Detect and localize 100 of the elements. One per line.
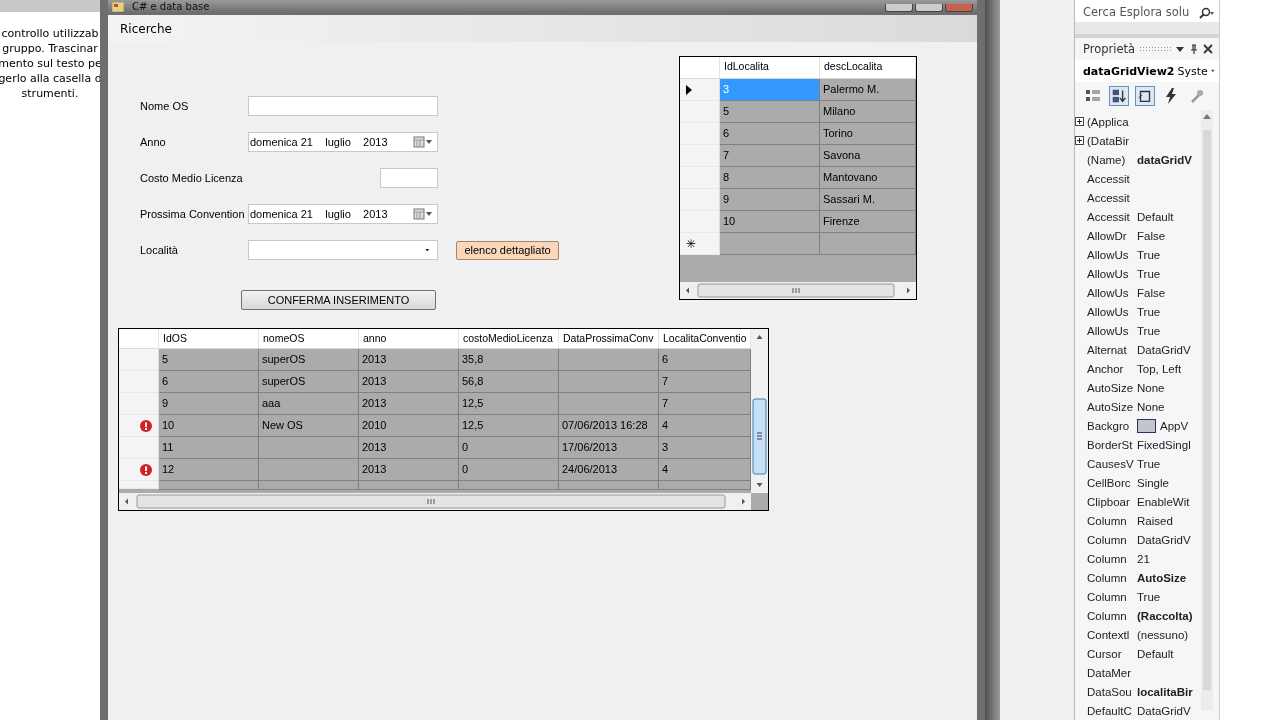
column-header[interactable]: DataProssimaConv bbox=[559, 329, 659, 349]
date-picker[interactable]: domenica 21 luglio 2013 bbox=[248, 132, 438, 152]
table-cell: 2010 bbox=[359, 415, 459, 437]
table-cell: Sassari M. bbox=[820, 189, 916, 211]
property-value[interactable]: Raised bbox=[1137, 514, 1173, 527]
property-name[interactable]: (DataBir bbox=[1087, 134, 1130, 147]
property-value[interactable]: True bbox=[1137, 457, 1161, 470]
property-name[interactable]: (Applica bbox=[1087, 115, 1129, 128]
property-value[interactable]: Default bbox=[1137, 647, 1174, 660]
table-cell: 6 bbox=[659, 349, 751, 371]
property-value[interactable]: Default bbox=[1137, 210, 1174, 223]
property-name[interactable]: (Name) bbox=[1087, 153, 1126, 166]
property-value[interactable]: False bbox=[1137, 286, 1166, 299]
table-cell: 9 bbox=[720, 189, 820, 211]
property-value[interactable]: (Raccolta) bbox=[1137, 609, 1193, 622]
table-cell: 7 bbox=[720, 145, 820, 167]
property-name[interactable]: AllowUs bbox=[1087, 248, 1129, 261]
property-name[interactable]: Backgro bbox=[1087, 419, 1130, 432]
table-cell: 2013 bbox=[359, 371, 459, 393]
property-value[interactable]: True bbox=[1137, 590, 1161, 603]
property-name[interactable]: Column bbox=[1087, 514, 1127, 527]
table-cell: 10 bbox=[720, 211, 820, 233]
property-name[interactable]: AutoSize bbox=[1087, 400, 1134, 413]
property-value[interactable]: Single bbox=[1137, 476, 1169, 489]
table-cell: 2013 bbox=[359, 459, 459, 481]
property-value[interactable]: FixedSingl bbox=[1137, 438, 1191, 451]
property-value[interactable]: True bbox=[1137, 305, 1161, 318]
table-cell: Savona bbox=[820, 145, 916, 167]
property-name[interactable]: Column bbox=[1087, 552, 1127, 565]
property-name[interactable]: BorderSt bbox=[1087, 438, 1133, 451]
property-value[interactable]: AutoSize bbox=[1137, 571, 1187, 584]
property-value[interactable]: None bbox=[1137, 381, 1165, 394]
table-cell: 4 bbox=[659, 415, 751, 437]
property-value[interactable]: DataGridV bbox=[1137, 343, 1191, 356]
property-value[interactable]: False bbox=[1137, 229, 1166, 242]
table-cell: superOS bbox=[259, 349, 359, 371]
property-name[interactable]: Column bbox=[1087, 590, 1127, 603]
property-name[interactable]: AllowUs bbox=[1087, 324, 1129, 337]
menu-item[interactable]: Ricerche bbox=[112, 21, 180, 36]
table-cell: 12,5 bbox=[459, 415, 559, 437]
date-picker[interactable]: domenica 21 luglio 2013 bbox=[248, 204, 438, 224]
table-cell: 6 bbox=[159, 371, 259, 393]
column-header[interactable]: nomeOS bbox=[259, 329, 359, 349]
property-value[interactable]: DataGridV bbox=[1137, 533, 1191, 546]
property-name[interactable]: Clipboar bbox=[1087, 495, 1130, 508]
property-name[interactable]: AllowUs bbox=[1087, 305, 1129, 318]
table-cell: 2013 bbox=[359, 349, 459, 371]
property-value[interactable]: localitaBir bbox=[1137, 685, 1193, 698]
property-name[interactable]: Accessit bbox=[1087, 172, 1130, 185]
property-name[interactable]: Contextl bbox=[1087, 628, 1130, 641]
column-header[interactable]: IdOS bbox=[159, 329, 259, 349]
property-name[interactable]: Column bbox=[1087, 571, 1127, 584]
table-cell: 07/06/2013 16:28 bbox=[559, 415, 659, 437]
property-value[interactable]: 21 bbox=[1137, 552, 1150, 565]
property-name[interactable]: Anchor bbox=[1087, 362, 1124, 375]
search-field[interactable]: Cerca Esplora solu bbox=[1075, 0, 1219, 22]
help-text-line: gruppo. Trascinar bbox=[2, 41, 98, 56]
table-cell: 2013 bbox=[359, 437, 459, 459]
property-name[interactable]: Cursor bbox=[1087, 647, 1122, 660]
property-name[interactable]: Accessit bbox=[1087, 210, 1130, 223]
property-name[interactable]: Alternat bbox=[1087, 343, 1127, 356]
location-grid[interactable]: IdLocalita descLocalita 3 Palermo M. 5 Milano 6 Torino 7 Savona 8 Mantovano 9 Sassari M. 10 Firenze ✳ bbox=[679, 56, 917, 300]
table-cell: 5 bbox=[159, 349, 259, 371]
property-value[interactable]: AppV bbox=[1137, 418, 1189, 433]
property-value[interactable]: None bbox=[1137, 400, 1165, 413]
property-name[interactable]: DataSou bbox=[1087, 685, 1132, 698]
row-header[interactable]: ✳ bbox=[680, 233, 720, 255]
property-name[interactable]: AutoSize bbox=[1087, 381, 1134, 394]
property-name[interactable]: AllowDr bbox=[1087, 229, 1127, 242]
column-header[interactable]: costoMedioLicenza bbox=[459, 329, 559, 349]
property-value[interactable]: dataGridV bbox=[1137, 153, 1192, 166]
property-name[interactable]: Column bbox=[1087, 533, 1127, 546]
property-value[interactable]: DataGridV bbox=[1137, 704, 1191, 717]
property-name[interactable]: Accessit bbox=[1087, 191, 1130, 204]
property-name[interactable]: AllowUs bbox=[1087, 267, 1129, 280]
table-cell: 0 bbox=[459, 437, 559, 459]
column-header[interactable]: descLocalita bbox=[820, 57, 916, 79]
list-button[interactable]: elenco dettagliato bbox=[456, 240, 559, 260]
property-name[interactable]: CausesV bbox=[1087, 457, 1134, 470]
property-value[interactable]: EnableWit bbox=[1137, 495, 1190, 508]
table-cell: Palermo M. bbox=[820, 79, 916, 101]
property-value[interactable]: True bbox=[1137, 267, 1161, 280]
property-value[interactable]: Top, Left bbox=[1137, 362, 1182, 375]
panel-title: Proprietà bbox=[1083, 42, 1136, 56]
property-name[interactable]: AllowUs bbox=[1087, 286, 1129, 299]
property-name[interactable]: DefaultC bbox=[1087, 704, 1132, 717]
table-cell: 56,8 bbox=[459, 371, 559, 393]
table-cell: Mantovano bbox=[820, 167, 916, 189]
confirm-button[interactable]: CONFERMA INSERIMENTO bbox=[241, 290, 436, 310]
property-value[interactable]: (nessuno) bbox=[1137, 628, 1189, 641]
property-name[interactable]: Column bbox=[1087, 609, 1127, 622]
property-value[interactable]: True bbox=[1137, 324, 1161, 337]
property-name[interactable]: CellBorc bbox=[1087, 476, 1131, 489]
object-selector[interactable]: dataGridView2 Syste bbox=[1075, 60, 1219, 82]
property-name[interactable]: DataMer bbox=[1087, 666, 1132, 679]
column-header[interactable]: LocalitaConventio bbox=[659, 329, 751, 349]
column-header[interactable]: anno bbox=[359, 329, 459, 349]
column-header[interactable]: IdLocalita bbox=[720, 57, 820, 79]
table-cell: 3 bbox=[659, 437, 751, 459]
property-value[interactable]: True bbox=[1137, 248, 1161, 261]
